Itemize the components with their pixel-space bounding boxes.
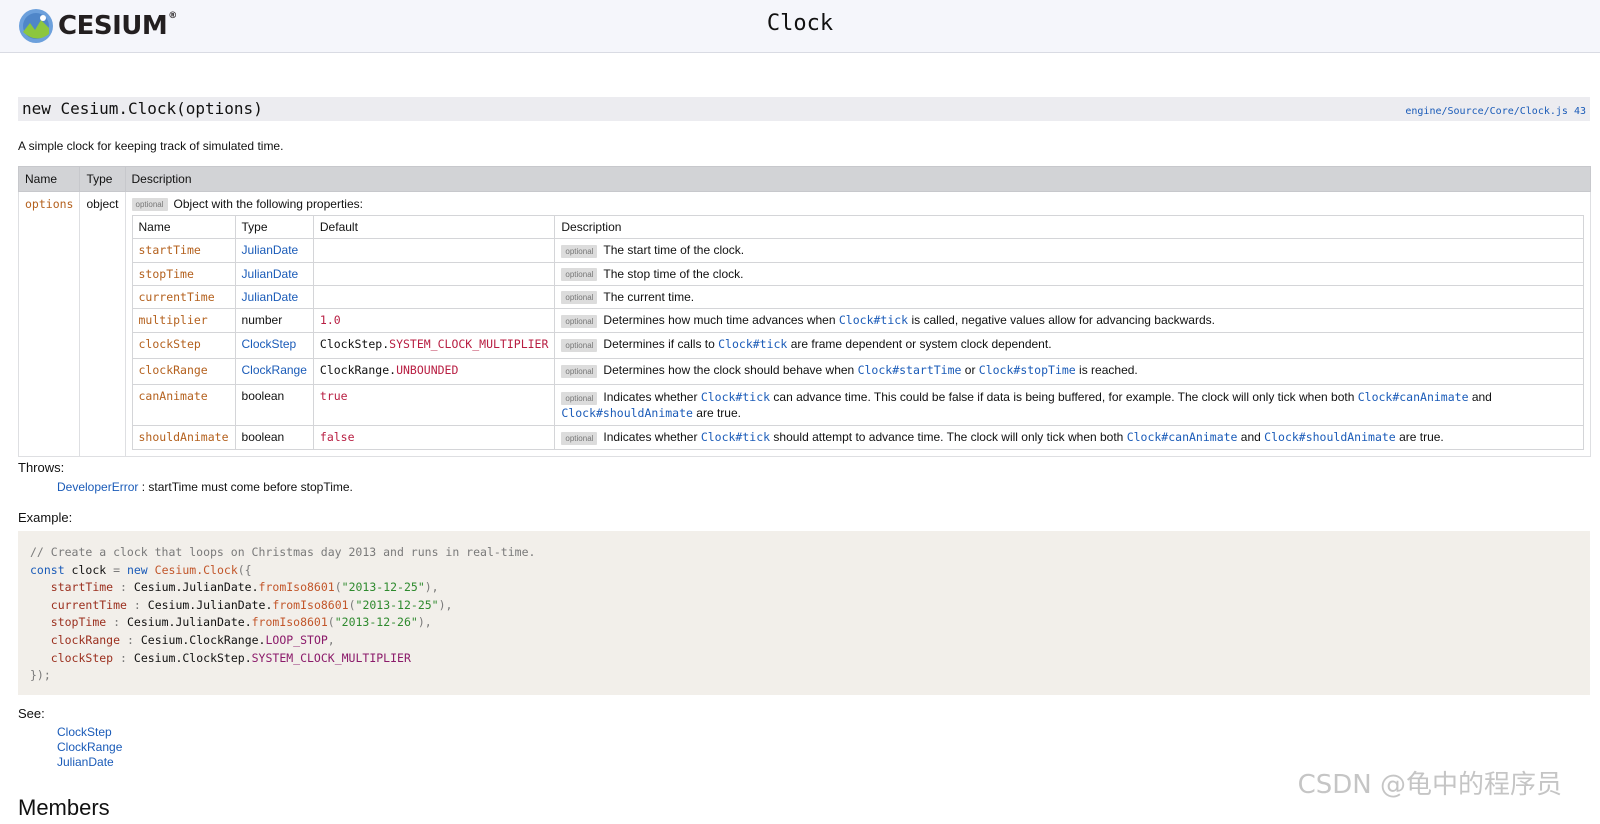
clock-tick-link[interactable]: Clock#tick	[701, 430, 770, 444]
param-name: options	[25, 197, 74, 211]
see-links: ClockStep ClockRange JulianDate	[57, 725, 122, 770]
type-link[interactable]: JulianDate	[242, 290, 299, 304]
can-animate-link[interactable]: Clock#canAnimate	[1127, 430, 1238, 444]
type-link[interactable]: ClockRange	[242, 363, 307, 377]
should-animate-link[interactable]: Clock#shouldAnimate	[561, 406, 693, 420]
source-link[interactable]: engine/Source/Core/Clock.js 43	[1405, 106, 1586, 117]
default-cell	[312, 261, 556, 286]
inner-header-default: Default	[312, 215, 556, 240]
table-row: clockStep ClockStep ClockStep.SYSTEM_CLO…	[131, 332, 1584, 360]
code-comment: // Create a clock that loops on Christma…	[30, 545, 536, 559]
table-row: currentTime JulianDate optional The curre…	[131, 284, 1584, 310]
table-row: multiplier number 1.0 optional Determines…	[131, 308, 1584, 334]
prop-description: The stop time of the clock.	[603, 266, 744, 281]
prop-name: stopTime	[138, 266, 194, 281]
default-value: ClockRange.UNBOUNDED	[319, 363, 459, 378]
table-row: clockRange ClockRange ClockRange.UNBOUND…	[131, 358, 1584, 386]
prop-description: Determines how much time advances when C…	[603, 313, 1215, 328]
type-link[interactable]: JulianDate	[242, 243, 299, 257]
prop-name: currentTime	[138, 289, 215, 304]
prop-name: canAnimate	[138, 389, 208, 404]
see-link-juliandate[interactable]: JulianDate	[57, 755, 122, 770]
header-type: Type	[79, 166, 126, 192]
optional-badge: optional	[561, 244, 598, 258]
prop-name: multiplier	[138, 313, 208, 328]
type-link[interactable]: ClockStep	[242, 337, 297, 351]
nested-properties-table: Name Type Default Description startTime …	[131, 215, 1585, 451]
optional-badge: optional	[131, 198, 168, 212]
default-cell	[312, 284, 556, 310]
see-heading: See:	[18, 706, 45, 721]
developer-error-link[interactable]: DeveloperError	[57, 480, 138, 494]
clock-tick-link[interactable]: Clock#tick	[701, 390, 770, 404]
should-animate-link[interactable]: Clock#shouldAnimate	[1264, 430, 1396, 444]
default-value: true	[319, 389, 348, 404]
clock-tick-link[interactable]: Clock#tick	[718, 337, 787, 351]
prop-description: Indicates whether Clock#tick can advance…	[561, 390, 1492, 421]
table-row: startTime JulianDate optional The start t…	[131, 238, 1584, 263]
header-description: Description	[124, 166, 1591, 192]
page-title: Clock	[766, 11, 834, 36]
table-row: shouldAnimate boolean false optional Indi…	[131, 425, 1584, 451]
code-example: // Create a clock that loops on Christma…	[18, 531, 1590, 695]
can-animate-link[interactable]: Clock#canAnimate	[1358, 390, 1469, 404]
optional-badge: optional	[561, 267, 598, 281]
constructor-bar: new Cesium.Clock(options) engine/Source/…	[18, 97, 1590, 121]
table-row: stopTime JulianDate optional The stop tim…	[131, 261, 1584, 286]
prop-name: startTime	[138, 243, 201, 258]
optional-badge: optional	[561, 364, 598, 378]
stop-time-link[interactable]: Clock#stopTime	[979, 363, 1076, 377]
optional-badge: optional	[561, 338, 598, 352]
optional-badge: optional	[561, 314, 598, 328]
parameters-table: Name Type Description options object opt…	[17, 166, 1591, 458]
prop-description: The current time.	[603, 289, 695, 304]
throws-text: : startTime must come before stopTime.	[138, 480, 353, 494]
class-description: A simple clock for keeping track of simu…	[18, 139, 284, 153]
page-header: CESIUM® Clock	[0, 0, 1600, 53]
prop-description: The start time of the clock.	[603, 243, 745, 258]
members-heading: Members	[18, 795, 110, 820]
prop-type: number	[234, 308, 314, 334]
start-time-link[interactable]: Clock#startTime	[858, 363, 962, 377]
prop-description: Indicates whether Clock#tick should atte…	[603, 430, 1444, 445]
table-row: canAnimate boolean true optional Indicate…	[131, 384, 1584, 427]
param-type: object	[79, 190, 126, 458]
header-name: Name	[17, 166, 81, 192]
prop-description: Determines if calls to Clock#tick are fr…	[603, 337, 1052, 352]
optional-badge: optional	[561, 391, 598, 405]
see-link-clockrange[interactable]: ClockRange	[57, 740, 122, 755]
prop-name: shouldAnimate	[138, 430, 229, 445]
inner-header-name: Name	[131, 215, 236, 240]
default-value: ClockStep.SYSTEM_CLOCK_MULTIPLIER	[319, 337, 549, 352]
optional-badge: optional	[561, 291, 598, 305]
inner-header-type: Type	[234, 215, 314, 240]
constructor-signature: new Cesium.Clock(options)	[22, 99, 263, 118]
watermark: CSDN @龟中的程序员	[1297, 770, 1562, 800]
default-value: false	[319, 430, 355, 445]
prop-name: clockRange	[138, 363, 208, 378]
default-value: 1.0	[319, 313, 341, 328]
type-link[interactable]: JulianDate	[242, 267, 299, 281]
param-description: Object with the following properties:	[173, 197, 363, 211]
optional-badge: optional	[561, 431, 598, 445]
throws-body: DeveloperError : startTime must come bef…	[57, 480, 353, 494]
prop-type: boolean	[234, 384, 314, 427]
inner-header-description: Description	[554, 215, 1584, 240]
prop-description: Determines how the clock should behave w…	[603, 363, 1138, 378]
clock-tick-link[interactable]: Clock#tick	[839, 313, 908, 327]
example-heading: Example:	[18, 510, 73, 525]
see-link-clockstep[interactable]: ClockStep	[57, 725, 122, 740]
table-row: options object optional Object with the f…	[17, 190, 1591, 458]
default-cell	[312, 238, 556, 263]
prop-name: clockStep	[138, 337, 201, 352]
prop-type: boolean	[234, 425, 314, 451]
throws-heading: Throws:	[18, 460, 65, 475]
